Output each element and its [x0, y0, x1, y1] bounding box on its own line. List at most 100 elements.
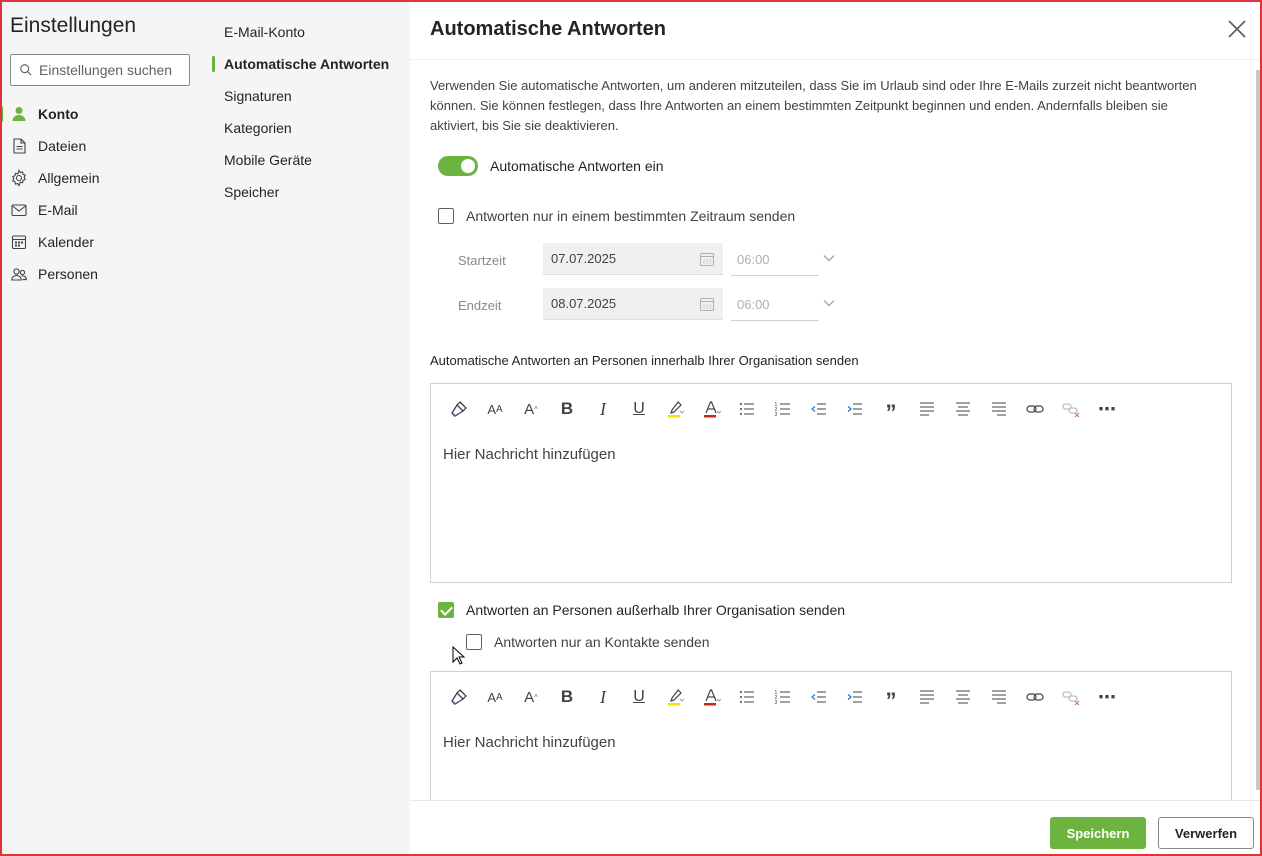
- editor-placeholder: Hier Nachricht hinzufügen: [443, 734, 616, 751]
- calendar-icon[interactable]: [699, 296, 715, 312]
- editor-toolbar: AA A ^ B I U 123 ” ⋯: [441, 684, 1125, 713]
- panel-content: Verwenden Sie automatische Antworten, um…: [430, 60, 1235, 800]
- end-time-value: 06:00: [737, 297, 770, 312]
- external-reply-editor[interactable]: AA A ^ B I U 123 ” ⋯ Hier Nachricht hinzu…: [430, 671, 1232, 800]
- internal-reply-editor[interactable]: AA A ^ B I U 123 ” ⋯ Hier Nachricht hinzu…: [430, 383, 1232, 583]
- align-right-icon[interactable]: [981, 684, 1017, 710]
- sidebar-item-label: Personen: [38, 266, 98, 282]
- auto-reply-description: Verwenden Sie automatische Antworten, um…: [430, 78, 1197, 133]
- panel-footer: Speichern Verwerfen: [410, 800, 1260, 856]
- settings-search-input[interactable]: [39, 62, 179, 78]
- font-size-icon[interactable]: AA: [477, 396, 513, 422]
- highlight-icon[interactable]: [657, 396, 693, 422]
- nav-active-indicator: [0, 106, 3, 122]
- link-icon[interactable]: [1017, 396, 1053, 422]
- internal-reply-label: Automatische Antworten an Personen inner…: [430, 353, 859, 368]
- font-color-icon[interactable]: [693, 684, 729, 710]
- sidebar-item-allgemein[interactable]: Allgemein: [10, 166, 200, 190]
- mail-icon: [11, 204, 27, 217]
- discard-button[interactable]: Verwerfen: [1158, 817, 1254, 849]
- start-time-label: Startzeit: [458, 253, 506, 268]
- unlink-icon[interactable]: [1053, 396, 1089, 422]
- calendar-icon: [11, 235, 27, 250]
- external-reply-checkbox[interactable]: [438, 602, 454, 618]
- sidebar-item-kalender[interactable]: Kalender: [10, 230, 200, 254]
- align-left-icon[interactable]: [909, 684, 945, 710]
- numbering-icon[interactable]: 123: [765, 684, 801, 710]
- settings-search-box[interactable]: [10, 54, 190, 86]
- format-painter-icon[interactable]: [441, 684, 477, 710]
- end-time-label: Endzeit: [458, 298, 502, 313]
- bold-icon[interactable]: B: [549, 396, 585, 422]
- end-time-select[interactable]: 06:00: [731, 289, 819, 321]
- align-center-icon[interactable]: [945, 684, 981, 710]
- sidebar-item-label: Dateien: [38, 138, 87, 154]
- svg-text:3: 3: [775, 412, 778, 418]
- mouse-cursor-icon: [452, 646, 466, 665]
- increase-indent-icon[interactable]: [837, 396, 873, 422]
- more-icon[interactable]: ⋯: [1089, 684, 1125, 710]
- subnav-item-automatische-antworten[interactable]: Automatische Antworten: [224, 54, 389, 74]
- person-icon: [12, 107, 26, 121]
- auto-reply-toggle[interactable]: [438, 156, 478, 176]
- italic-icon[interactable]: I: [585, 396, 621, 422]
- bold-icon[interactable]: B: [549, 684, 585, 710]
- calendar-icon[interactable]: [699, 251, 715, 267]
- decrease-indent-icon[interactable]: [801, 396, 837, 422]
- more-icon[interactable]: ⋯: [1089, 396, 1125, 422]
- subnav-item-speicher[interactable]: Speicher: [224, 182, 279, 202]
- people-icon: [11, 268, 27, 281]
- start-time-value: 06:00: [737, 252, 770, 267]
- start-date-input[interactable]: 07.07.2025: [543, 243, 723, 275]
- font-color-icon[interactable]: [693, 396, 729, 422]
- close-icon[interactable]: [1226, 18, 1248, 40]
- align-left-icon[interactable]: [909, 396, 945, 422]
- external-reply-row: Antworten an Personen außerhalb Ihrer Or…: [438, 602, 845, 618]
- decrease-indent-icon[interactable]: [801, 684, 837, 710]
- chevron-down-icon[interactable]: [822, 251, 836, 265]
- quote-icon[interactable]: ”: [873, 684, 909, 713]
- increase-indent-icon[interactable]: [837, 684, 873, 710]
- contacts-only-checkbox[interactable]: [466, 634, 482, 650]
- bullets-icon[interactable]: [729, 396, 765, 422]
- font-size-icon[interactable]: AA: [477, 684, 513, 710]
- start-date-value: 07.07.2025: [551, 251, 617, 266]
- panel-header: Automatische Antworten: [410, 0, 1260, 60]
- panel-scrollbar[interactable]: [1256, 70, 1260, 790]
- align-center-icon[interactable]: [945, 396, 981, 422]
- underline-icon[interactable]: U: [621, 396, 657, 422]
- sidebar-item-label: Allgemein: [38, 170, 100, 186]
- timerange-label: Antworten nur in einem bestimmten Zeitra…: [466, 208, 796, 224]
- sidebar-item-label: Konto: [38, 106, 79, 122]
- settings-title: Einstellungen: [10, 14, 137, 37]
- sidebar-item-label: Kalender: [38, 234, 95, 250]
- contacts-only-label: Antworten nur an Kontakte senden: [494, 634, 710, 650]
- chevron-down-icon[interactable]: [822, 296, 836, 310]
- end-date-input[interactable]: 08.07.2025: [543, 288, 723, 320]
- link-icon[interactable]: [1017, 684, 1053, 710]
- sidebar-item-konto[interactable]: Konto: [10, 102, 200, 126]
- sidebar-item-personen[interactable]: Personen: [10, 262, 200, 286]
- start-time-select[interactable]: 06:00: [731, 244, 819, 276]
- timerange-checkbox[interactable]: [438, 208, 454, 224]
- unlink-icon[interactable]: [1053, 684, 1089, 710]
- svg-text:3: 3: [775, 700, 778, 706]
- save-button[interactable]: Speichern: [1050, 817, 1146, 849]
- numbering-icon[interactable]: 123: [765, 396, 801, 422]
- sidebar-item-email[interactable]: E-Mail: [10, 198, 200, 222]
- align-right-icon[interactable]: [981, 396, 1017, 422]
- subnav-item-mobile-geraete[interactable]: Mobile Geräte: [224, 150, 312, 170]
- italic-icon[interactable]: I: [585, 684, 621, 710]
- quote-icon[interactable]: ”: [873, 396, 909, 425]
- underline-icon[interactable]: U: [621, 684, 657, 710]
- grow-font-icon[interactable]: A ^: [513, 396, 549, 422]
- document-icon: [13, 138, 26, 154]
- sidebar-item-dateien[interactable]: Dateien: [10, 134, 200, 158]
- bullets-icon[interactable]: [729, 684, 765, 710]
- highlight-icon[interactable]: [657, 684, 693, 710]
- format-painter-icon[interactable]: [441, 396, 477, 422]
- subnav-item-email-konto[interactable]: E-Mail-Konto: [224, 22, 305, 42]
- grow-font-icon[interactable]: A ^: [513, 684, 549, 710]
- subnav-item-kategorien[interactable]: Kategorien: [224, 118, 292, 138]
- subnav-item-signaturen[interactable]: Signaturen: [224, 86, 292, 106]
